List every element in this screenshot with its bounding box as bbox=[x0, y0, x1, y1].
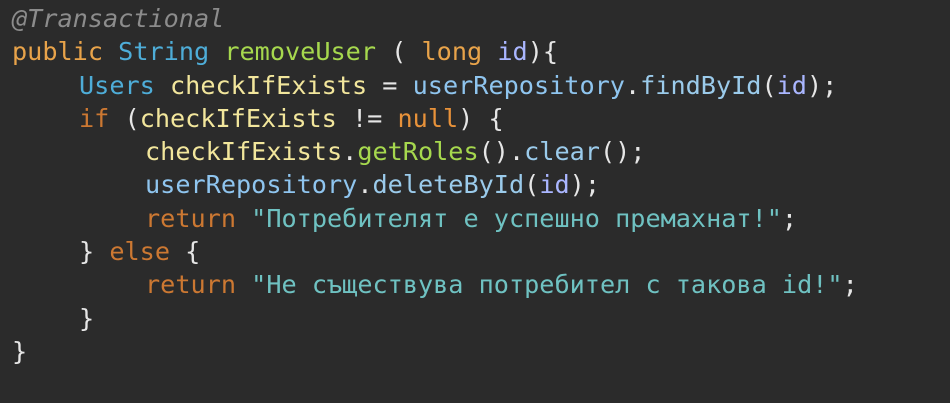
code-line-6: userRepository.deleteById(id); bbox=[0, 168, 950, 201]
semicolon: ; bbox=[842, 270, 858, 300]
code-line-11: } bbox=[0, 335, 950, 368]
parens-semicolon: (); bbox=[599, 137, 646, 167]
code-line-2: public String removeUser ( long id){ bbox=[0, 35, 950, 68]
parens-dot: (). bbox=[478, 137, 525, 167]
code-line-7: return "Потребителят е успешно премахнат… bbox=[0, 202, 950, 235]
keyword-null: null bbox=[397, 103, 459, 133]
paren-close-brace: ){ bbox=[527, 37, 559, 67]
paren-open: ( bbox=[109, 103, 140, 133]
brace-open: { bbox=[170, 237, 201, 267]
keyword-return: return bbox=[145, 270, 236, 300]
paren-close: ); bbox=[569, 170, 600, 200]
semicolon: ; bbox=[781, 203, 798, 233]
paren-open: ( bbox=[761, 70, 777, 100]
param-id: id bbox=[497, 37, 528, 67]
keyword-return: return bbox=[145, 203, 236, 233]
arg-id: id bbox=[776, 70, 807, 100]
dot: . bbox=[357, 170, 373, 200]
string-literal-success: "Потребителят е успешно премахнат!" bbox=[251, 203, 782, 233]
keyword-public: public bbox=[12, 37, 103, 67]
method-findbyid: findById bbox=[640, 70, 762, 100]
type-string: String bbox=[118, 37, 210, 67]
code-line-1: @Transactional bbox=[0, 2, 950, 35]
code-line-8: } else { bbox=[0, 235, 950, 268]
assign-operator: = bbox=[367, 70, 413, 100]
code-line-9: return "Не съществува потребител с таков… bbox=[0, 268, 950, 301]
var-checkifexists: checkIfExists bbox=[139, 103, 337, 133]
brace-close: } bbox=[79, 237, 95, 267]
code-line-10: } bbox=[0, 302, 950, 335]
var-checkifexists: checkIfExists bbox=[145, 137, 343, 167]
not-equal-operator: != bbox=[336, 103, 398, 133]
brace-close: } bbox=[12, 336, 28, 366]
type-users: Users bbox=[79, 70, 155, 100]
dot: . bbox=[624, 70, 641, 100]
code-line-4: if (checkIfExists != null) { bbox=[0, 102, 950, 135]
method-clear: clear bbox=[524, 137, 600, 167]
brace-close: } bbox=[79, 303, 95, 333]
method-name-removeuser: removeUser bbox=[224, 37, 376, 67]
string-literal-not-found: "Не съществува потребител с такова id!" bbox=[251, 270, 843, 300]
paren-close: ); bbox=[806, 70, 838, 100]
dot: . bbox=[342, 137, 358, 167]
code-line-3: Users checkIfExists = userRepository.fin… bbox=[0, 69, 950, 102]
keyword-long: long bbox=[421, 37, 483, 67]
keyword-else: else bbox=[109, 237, 171, 267]
code-line-5: checkIfExists.getRoles().clear(); bbox=[0, 135, 950, 168]
var-userrepository: userRepository bbox=[412, 70, 625, 100]
paren-open: ( bbox=[391, 37, 422, 67]
method-getroles: getRoles bbox=[357, 137, 479, 167]
keyword-if: if bbox=[79, 103, 110, 133]
paren-open: ( bbox=[524, 170, 540, 200]
code-editor[interactable]: @Transactional public String removeUser … bbox=[0, 0, 950, 403]
var-userrepository: userRepository bbox=[145, 170, 358, 200]
method-deletebyid: deleteById bbox=[372, 170, 525, 200]
arg-id: id bbox=[539, 170, 570, 200]
annotation-token: @Transactional bbox=[12, 4, 225, 33]
paren-close-brace: ) { bbox=[458, 103, 504, 133]
var-checkifexists: checkIfExists bbox=[170, 70, 368, 100]
